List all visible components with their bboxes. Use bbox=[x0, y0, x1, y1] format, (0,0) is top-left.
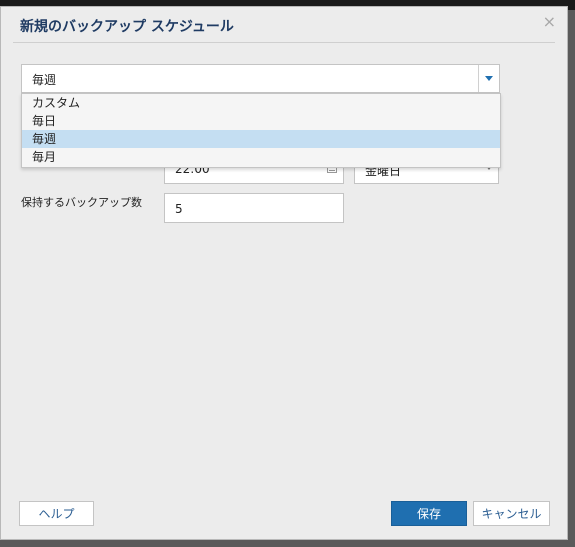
frequency-option-weekly[interactable]: 毎週 bbox=[22, 130, 500, 148]
frequency-select-toggle[interactable] bbox=[478, 65, 499, 92]
retention-input[interactable]: 5 bbox=[164, 193, 344, 223]
frequency-options-list: カスタム 毎日 毎週 毎月 bbox=[21, 93, 501, 168]
title-divider bbox=[13, 42, 555, 43]
frequency-select[interactable]: 毎週 bbox=[21, 64, 500, 93]
dialog-title: 新規のバックアップ スケジュール bbox=[20, 19, 234, 35]
retention-label: 保持するバックアップ数 bbox=[21, 196, 142, 209]
frequency-option-custom[interactable]: カスタム bbox=[22, 94, 500, 112]
new-backup-schedule-dialog: 新規のバックアップ スケジュール × 毎週 カスタム 毎日 毎週 毎月 22:0… bbox=[0, 6, 568, 540]
cancel-button[interactable]: キャンセル bbox=[473, 501, 550, 526]
help-button[interactable]: ヘルプ bbox=[19, 501, 94, 526]
close-icon[interactable]: × bbox=[543, 14, 556, 30]
retention-input-value: 5 bbox=[175, 202, 183, 216]
chevron-down-icon bbox=[485, 76, 493, 81]
frequency-option-monthly[interactable]: 毎月 bbox=[22, 148, 500, 166]
save-button[interactable]: 保存 bbox=[391, 501, 467, 526]
frequency-select-value: 毎週 bbox=[32, 73, 57, 87]
frequency-option-daily[interactable]: 毎日 bbox=[22, 112, 500, 130]
